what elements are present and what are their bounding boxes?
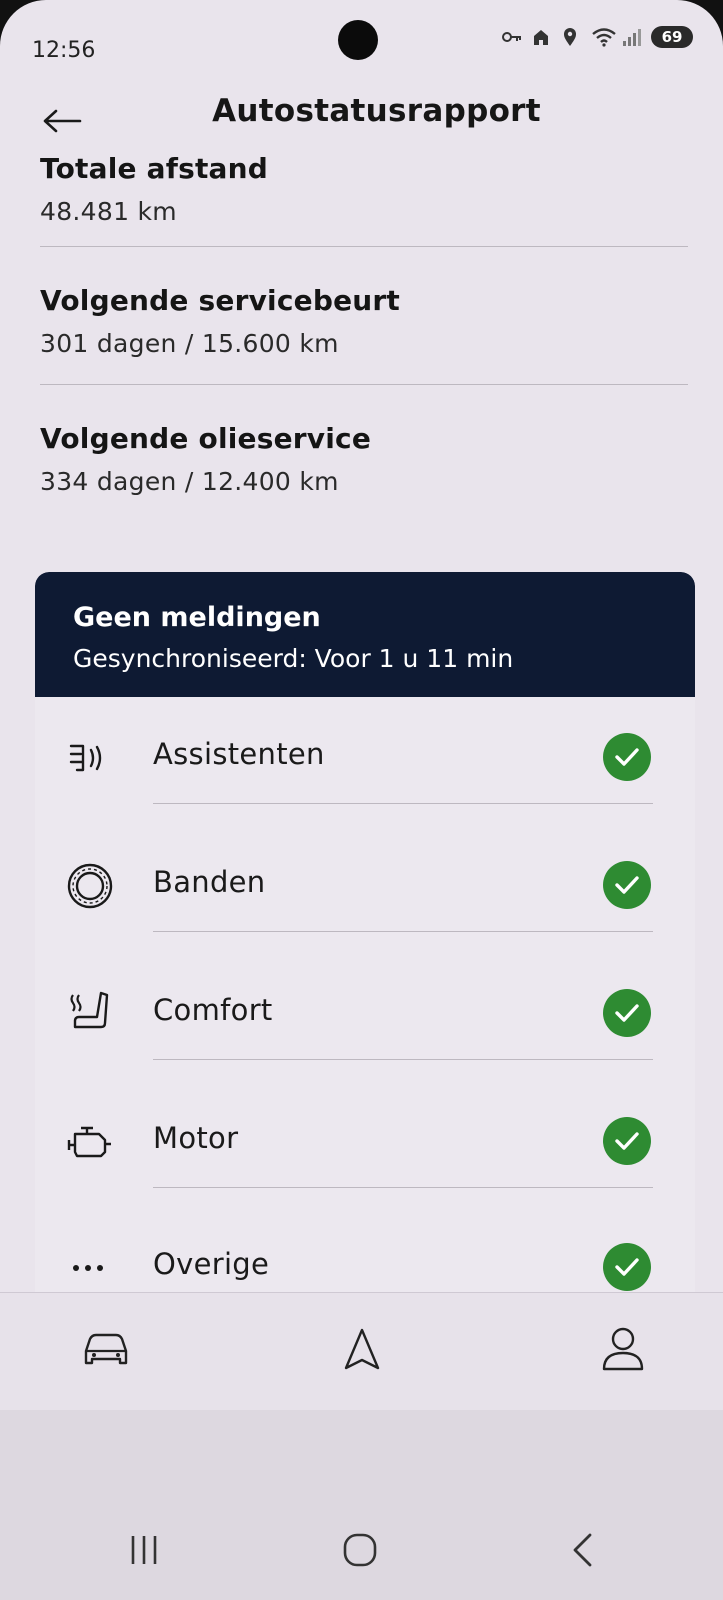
heated-seat-icon — [65, 987, 115, 1037]
checkmark-icon — [603, 861, 651, 909]
system-navigation-bar — [0, 1410, 723, 1600]
more-dots-icon — [65, 1243, 115, 1293]
navigation-icon — [344, 1328, 380, 1370]
vehicle-status-card: Geen meldingen Gesynchroniseerd: Voor 1 … — [35, 572, 695, 1332]
status-bar: 12:56 69 — [0, 0, 723, 90]
status-card-title: Geen meldingen — [73, 602, 321, 633]
checkmark-icon — [603, 989, 651, 1037]
checkmark-icon — [603, 733, 651, 781]
divider — [40, 384, 688, 385]
info-next-service: Volgende servicebeurt 301 dagen / 15.600… — [40, 284, 688, 358]
car-icon — [84, 1333, 128, 1365]
battery-indicator: 69 — [651, 26, 693, 48]
status-row-assistenten[interactable]: Assistenten — [35, 697, 695, 825]
divider — [153, 931, 653, 932]
divider — [153, 803, 653, 804]
wifi-icon — [591, 27, 616, 47]
row-label: Assistenten — [153, 737, 325, 771]
home-button[interactable] — [330, 1525, 390, 1575]
divider — [153, 1187, 653, 1188]
status-row-banden[interactable]: Banden — [35, 825, 695, 953]
checkmark-icon — [603, 1243, 651, 1291]
row-label: Motor — [153, 1121, 239, 1155]
divider — [40, 246, 688, 247]
home-icon — [531, 27, 553, 47]
status-card-header: Geen meldingen Gesynchroniseerd: Voor 1 … — [35, 572, 695, 697]
info-total-distance: Totale afstand 48.481 km — [40, 152, 688, 226]
location-icon — [561, 27, 583, 47]
row-label: Comfort — [153, 993, 273, 1027]
nav-navigation[interactable] — [332, 1321, 392, 1377]
recent-apps-icon — [131, 1536, 157, 1564]
back-nav-button[interactable] — [552, 1525, 612, 1575]
key-icon — [501, 27, 523, 47]
info-label: Totale afstand — [40, 152, 269, 185]
signal-icon — [621, 27, 643, 47]
tire-icon — [65, 861, 115, 911]
row-label: Banden — [153, 865, 266, 899]
nav-profile[interactable] — [593, 1321, 653, 1377]
info-label: Volgende servicebeurt — [40, 284, 400, 317]
row-label: Overige — [153, 1247, 270, 1281]
profile-icon — [602, 1327, 644, 1371]
info-value: 301 dagen / 15.600 km — [40, 329, 339, 358]
status-row-motor[interactable]: Motor — [35, 1081, 695, 1209]
home-button-icon — [343, 1533, 377, 1567]
front-camera — [338, 20, 378, 60]
back-icon — [573, 1533, 592, 1567]
app-bar: Autostatusrapport — [0, 85, 723, 155]
page-title: Autostatusrapport — [212, 93, 541, 129]
recent-apps-button[interactable] — [114, 1525, 174, 1575]
bottom-navigation — [0, 1292, 723, 1411]
assistants-icon — [65, 733, 115, 783]
divider — [153, 1059, 653, 1060]
sync-status-text: Gesynchroniseerd: Voor 1 u 11 min — [73, 644, 514, 673]
info-value: 48.481 km — [40, 197, 177, 226]
info-label: Volgende olieservice — [40, 422, 372, 455]
info-value: 334 dagen / 12.400 km — [40, 467, 339, 496]
status-time: 12:56 — [32, 38, 96, 63]
info-next-oil-service: Volgende olieservice 334 dagen / 12.400 … — [40, 422, 688, 496]
nav-car[interactable] — [76, 1321, 136, 1377]
status-row-comfort[interactable]: Comfort — [35, 953, 695, 1081]
engine-icon — [65, 1117, 115, 1167]
status-icons: 69 — [501, 22, 693, 52]
checkmark-icon — [603, 1117, 651, 1165]
phone-screen: 12:56 69 Autostatusrapport Totale afstan… — [0, 0, 723, 1600]
